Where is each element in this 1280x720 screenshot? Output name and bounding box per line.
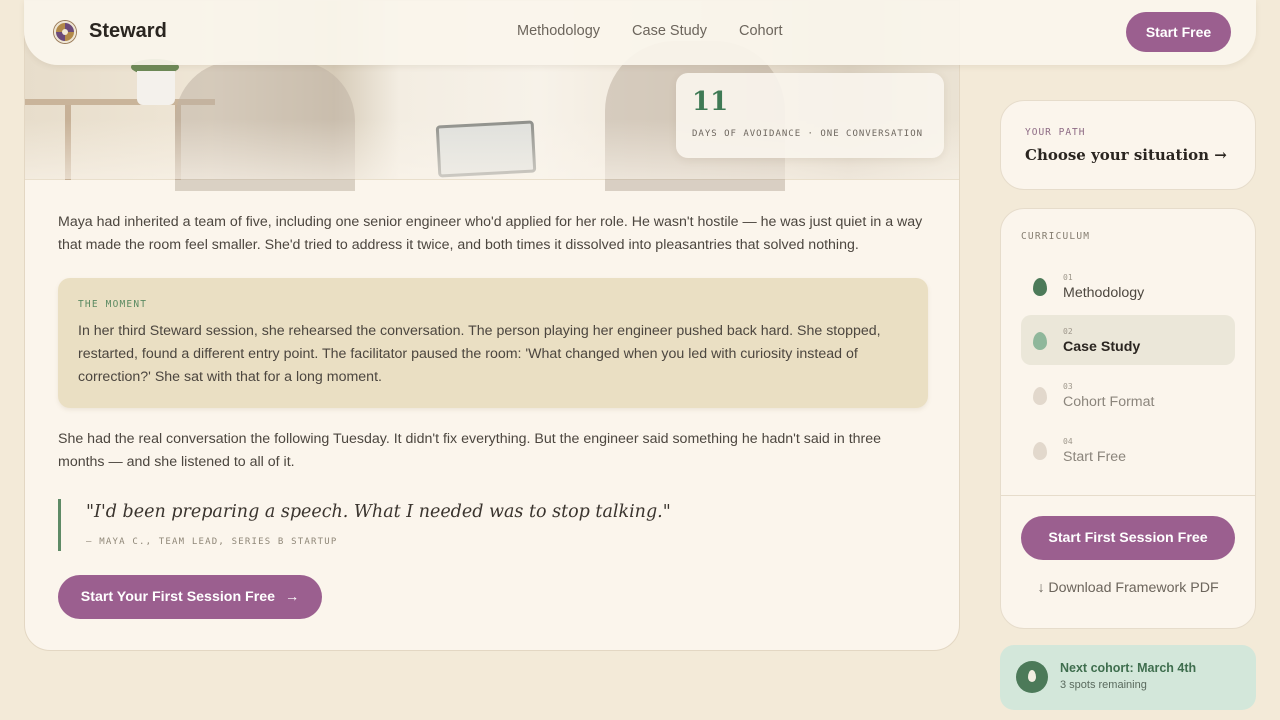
logo-icon[interactable]	[54, 21, 76, 43]
nav-links: Methodology Case Study Cohort	[517, 23, 783, 39]
your-path-card[interactable]: YOUR PATH Choose your situation →	[1000, 100, 1256, 190]
leaf-icon	[1033, 278, 1047, 296]
choose-situation-link[interactable]: Choose your situation →	[1025, 146, 1227, 164]
next-cohort-card[interactable]: Next cohort: March 4th 3 spots remaining	[1000, 645, 1256, 710]
story-paragraph-1: Maya had inherited a team of five, inclu…	[58, 214, 923, 253]
moment-text: In her third Steward session, she rehear…	[78, 323, 881, 385]
arrow-right-icon: →	[285, 589, 300, 605]
stat-number: 11	[692, 87, 729, 117]
curriculum-item-label: Cohort Format	[1063, 394, 1155, 410]
download-framework-link[interactable]: ↓ Download Framework PDF	[1001, 580, 1255, 596]
curriculum-item-number: 04	[1063, 437, 1073, 446]
quote-attribution: — MAYA C., TEAM LEAD, SERIES B STARTUP	[86, 537, 338, 547]
curriculum-item-cohort-format[interactable]: 03 Cohort Format	[1021, 370, 1235, 420]
case-study-card: 11 DAYS OF AVOIDANCE · ONE CONVERSATION …	[24, 0, 960, 651]
moment-label: THE MOMENT	[78, 299, 148, 310]
nav-link-case-study[interactable]: Case Study	[632, 23, 707, 39]
divider	[1001, 495, 1255, 496]
curriculum-item-methodology[interactable]: 01 Methodology	[1021, 261, 1235, 311]
cohort-title: Next cohort: March 4th	[1060, 661, 1197, 675]
stat-card: 11 DAYS OF AVOIDANCE · ONE CONVERSATION	[676, 73, 944, 158]
nav-link-methodology[interactable]: Methodology	[517, 23, 600, 39]
stat-label: DAYS OF AVOIDANCE · ONE CONVERSATION	[692, 129, 924, 139]
testimonial-quote: "I'd been preparing a speech. What I nee…	[58, 499, 918, 551]
leaf-icon	[1033, 387, 1047, 405]
quote-text: "I'd been preparing a speech. What I nee…	[86, 502, 671, 522]
brand-name[interactable]: Steward	[89, 20, 167, 43]
start-first-session-button[interactable]: Start Your First Session Free →	[58, 575, 322, 619]
curriculum-item-label: Methodology	[1063, 285, 1145, 301]
start-first-session-sidebar-button[interactable]: Start First Session Free	[1021, 516, 1235, 560]
top-nav: Steward Methodology Case Study Cohort St…	[24, 0, 1256, 65]
curriculum-item-label: Case Study	[1063, 339, 1141, 355]
leaf-icon	[1033, 332, 1047, 350]
curriculum-label: CURRICULUM	[1021, 231, 1091, 242]
nav-link-cohort[interactable]: Cohort	[739, 23, 783, 39]
story-paragraph-2: She had the real conversation the follow…	[58, 431, 882, 470]
leaf-icon	[1033, 442, 1047, 460]
hero-pot	[137, 71, 175, 105]
curriculum-card: CURRICULUM 01 Methodology 02 Case Study …	[1000, 208, 1256, 629]
curriculum-item-case-study[interactable]: 02 Case Study	[1021, 315, 1235, 365]
curriculum-item-number: 02	[1063, 327, 1073, 336]
curriculum-item-label: Start Free	[1063, 449, 1127, 465]
path-label: YOUR PATH	[1025, 127, 1086, 138]
curriculum-item-number: 03	[1063, 382, 1073, 391]
cohort-spots: 3 spots remaining	[1060, 679, 1147, 691]
curriculum-item-number: 01	[1063, 273, 1073, 282]
start-free-button[interactable]: Start Free	[1126, 12, 1231, 52]
moment-callout: THE MOMENT In her third Steward session,…	[58, 278, 928, 408]
curriculum-item-start-free[interactable]: 04 Start Free	[1021, 425, 1235, 475]
start-first-session-label: Start Your First Session Free	[80, 589, 276, 605]
leaf-icon	[1016, 661, 1048, 693]
